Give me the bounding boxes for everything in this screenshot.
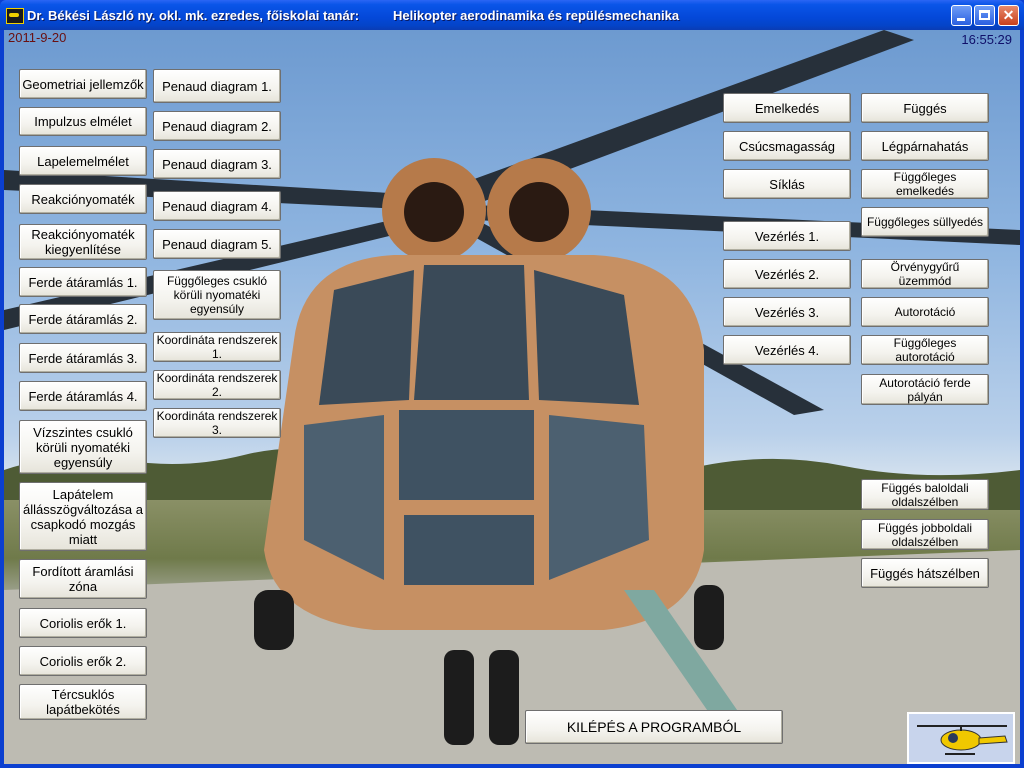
- minimize-button[interactable]: [951, 5, 972, 26]
- oblique-flow-3-button[interactable]: Ferde átáramlás 3.: [19, 343, 147, 373]
- vertical-descent-button[interactable]: Függőleges süllyedés: [861, 207, 989, 237]
- autorotation-oblique-path-button[interactable]: Autorotáció ferde pályán: [861, 374, 989, 405]
- impulse-theory-button[interactable]: Impulzus elmélet: [19, 107, 147, 136]
- control-4-button[interactable]: Vezérlés 4.: [723, 335, 851, 365]
- penaud-diagram-4-button[interactable]: Penaud diagram 4.: [153, 191, 281, 221]
- hover-tailwind-button[interactable]: Függés hátszélben: [861, 558, 989, 588]
- main-area: 2011-9-20 16:55:29 Geometriai jellemzők …: [4, 30, 1020, 764]
- glide-button[interactable]: Síklás: [723, 169, 851, 199]
- helicopter-thumbnail: [907, 712, 1015, 764]
- blade-element-theory-button[interactable]: Lapelemelmélet: [19, 146, 147, 176]
- coriolis-forces-2-button[interactable]: Coriolis erők 2.: [19, 646, 147, 676]
- close-icon: ✕: [1002, 7, 1015, 23]
- ceiling-button[interactable]: Csúcsmagasság: [723, 131, 851, 161]
- window-title-author: Dr. Békési László ny. okl. mk. ezredes, …: [27, 8, 360, 23]
- vertical-autorotation-button[interactable]: Függőleges autorotáció: [861, 335, 989, 365]
- vertical-climb-button[interactable]: Függőleges emelkedés: [861, 169, 989, 199]
- date-display: 2011-9-20: [8, 30, 67, 45]
- time-display: 16:55:29: [961, 32, 1012, 47]
- maximize-icon: [979, 10, 990, 20]
- coordinate-systems-1-button[interactable]: Koordináta rendszerek 1.: [153, 332, 281, 362]
- oblique-flow-1-button[interactable]: Ferde átáramlás 1.: [19, 267, 147, 297]
- window-title-subject: Helikopter aerodinamika és repülésmechan…: [393, 8, 680, 23]
- maximize-button[interactable]: [974, 5, 995, 26]
- helicopter-icon: [909, 714, 1013, 762]
- penaud-diagram-3-button[interactable]: Penaud diagram 3.: [153, 149, 281, 179]
- ground-effect-button[interactable]: Légpárnahatás: [861, 131, 989, 161]
- reverse-flow-zone-button[interactable]: Fordított áramlási zóna: [19, 559, 147, 599]
- vortex-ring-state-button[interactable]: Örvénygyűrű üzemmód: [861, 259, 989, 289]
- app-icon[interactable]: [6, 8, 24, 24]
- reaction-torque-button[interactable]: Reakciónyomaték: [19, 184, 147, 214]
- hover-left-crosswind-button[interactable]: Függés baloldali oldalszélben: [861, 479, 989, 510]
- penaud-diagram-5-button[interactable]: Penaud diagram 5.: [153, 229, 281, 259]
- geometric-properties-button[interactable]: Geometriai jellemzők: [19, 69, 147, 99]
- reaction-torque-balance-button[interactable]: Reakciónyomaték kiegyenlítése: [19, 224, 147, 260]
- exit-program-button[interactable]: KILÉPÉS A PROGRAMBÓL: [525, 710, 783, 744]
- spherical-hinge-blade-button[interactable]: Tércsuklós lapátbekötés: [19, 684, 147, 720]
- oblique-flow-4-button[interactable]: Ferde átáramlás 4.: [19, 381, 147, 411]
- control-3-button[interactable]: Vezérlés 3.: [723, 297, 851, 327]
- vertical-hinge-moment-balance-button[interactable]: Függőleges csukló körüli nyomatéki egyen…: [153, 270, 281, 320]
- penaud-diagram-1-button[interactable]: Penaud diagram 1.: [153, 69, 281, 103]
- coriolis-forces-1-button[interactable]: Coriolis erők 1.: [19, 608, 147, 638]
- control-1-button[interactable]: Vezérlés 1.: [723, 221, 851, 251]
- coordinate-systems-3-button[interactable]: Koordináta rendszerek 3.: [153, 408, 281, 438]
- coordinate-systems-2-button[interactable]: Koordináta rendszerek 2.: [153, 370, 281, 400]
- hover-right-crosswind-button[interactable]: Függés jobboldali oldalszélben: [861, 519, 989, 550]
- blade-element-pitch-change-button[interactable]: Lapátelem állásszögváltozása a csapkodó …: [19, 482, 147, 551]
- minimize-icon: [957, 18, 965, 21]
- horizontal-hinge-moment-balance-button[interactable]: Vízszintes csukló körüli nyomatéki egyen…: [19, 420, 147, 474]
- autorotation-button[interactable]: Autorotáció: [861, 297, 989, 327]
- oblique-flow-2-button[interactable]: Ferde átáramlás 2.: [19, 304, 147, 334]
- app-window: Dr. Békési László ny. okl. mk. ezredes, …: [0, 0, 1024, 768]
- title-bar[interactable]: Dr. Békési László ny. okl. mk. ezredes, …: [0, 0, 1024, 30]
- control-2-button[interactable]: Vezérlés 2.: [723, 259, 851, 289]
- climb-button[interactable]: Emelkedés: [723, 93, 851, 123]
- hover-button[interactable]: Függés: [861, 93, 989, 123]
- close-button[interactable]: ✕: [998, 5, 1019, 26]
- penaud-diagram-2-button[interactable]: Penaud diagram 2.: [153, 111, 281, 141]
